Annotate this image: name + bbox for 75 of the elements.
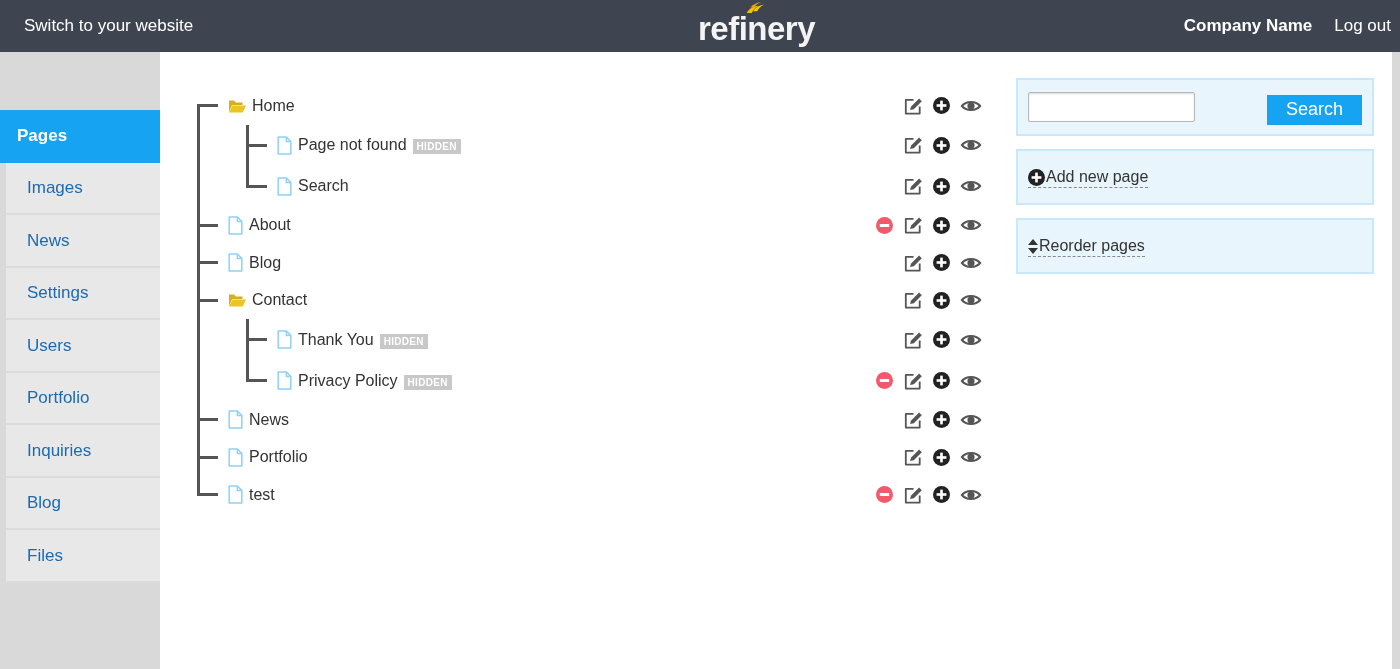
switch-website-link[interactable]: Switch to your website (24, 13, 194, 39)
plus-circle-icon[interactable] (933, 331, 950, 348)
flame-icon (745, 2, 765, 13)
pencil-icon[interactable] (903, 330, 923, 349)
plus-circle-icon (1028, 169, 1045, 186)
folder-icon (228, 98, 246, 113)
add-page-link[interactable]: Add new page (1028, 168, 1149, 188)
pencil-icon[interactable] (903, 291, 923, 310)
eye-icon[interactable] (960, 450, 982, 465)
plus-circle-icon[interactable] (933, 486, 950, 504)
pencil-icon[interactable] (903, 410, 923, 429)
page-title[interactable]: test (249, 482, 275, 507)
sidebar-item[interactable]: Images (6, 162, 160, 215)
folder-icon (228, 293, 246, 308)
sidebar-item[interactable]: Files (6, 530, 160, 583)
sidebar-item[interactable]: Settings (6, 267, 160, 320)
pencil-icon[interactable] (903, 448, 923, 467)
eye-icon[interactable] (960, 255, 982, 270)
document-icon (277, 371, 292, 390)
eye-icon[interactable] (960, 332, 982, 347)
minus-circle-icon[interactable] (876, 216, 893, 234)
page-title[interactable]: Home (252, 93, 295, 118)
eye-icon[interactable] (960, 412, 982, 427)
logout-link[interactable]: Log out (1334, 13, 1391, 39)
plus-circle-icon[interactable] (933, 448, 950, 466)
sidebar-item[interactable]: Users (6, 320, 160, 373)
eye-icon[interactable] (960, 138, 982, 152)
eye-icon[interactable] (960, 293, 982, 308)
eye-icon[interactable] (960, 98, 982, 113)
page-title[interactable]: Portfolio (249, 445, 308, 470)
plus-circle-icon[interactable] (933, 216, 950, 234)
document-icon (228, 485, 243, 505)
minus-circle-icon[interactable] (876, 486, 893, 504)
plus-circle-icon[interactable] (933, 291, 950, 309)
pencil-icon[interactable] (903, 253, 923, 272)
plus-circle-icon[interactable] (933, 411, 950, 429)
document-icon (228, 215, 243, 235)
plus-circle-icon[interactable] (933, 372, 950, 389)
document-icon (277, 176, 292, 196)
document-icon (277, 330, 292, 349)
page-title[interactable]: Blog (249, 250, 282, 275)
pencil-icon[interactable] (903, 216, 923, 235)
company-name: Company Name (1183, 15, 1313, 38)
document-icon (228, 253, 243, 273)
eye-icon[interactable] (960, 218, 982, 233)
pencil-icon[interactable] (903, 371, 923, 390)
plus-circle-icon[interactable] (933, 97, 950, 115)
document-icon (228, 410, 243, 430)
eye-icon[interactable] (960, 373, 982, 388)
page-title[interactable]: Contact (252, 288, 308, 313)
page-title[interactable]: Search (298, 174, 349, 198)
plus-circle-icon[interactable] (933, 136, 950, 154)
page-title[interactable]: Privacy Policy (298, 368, 398, 393)
document-icon (277, 135, 292, 155)
plus-circle-icon[interactable] (933, 177, 950, 195)
pencil-icon[interactable] (903, 136, 923, 154)
sidebar-item[interactable]: News (6, 215, 160, 268)
document-icon (228, 447, 243, 467)
page-title[interactable]: About (249, 213, 291, 238)
page-title[interactable]: News (249, 407, 289, 432)
sidebar-item[interactable]: Blog (6, 477, 160, 530)
pencil-icon[interactable] (903, 96, 923, 115)
plus-circle-icon[interactable] (933, 254, 950, 272)
page-title[interactable]: Page not found (298, 133, 407, 157)
page-title[interactable]: Thank You (298, 327, 374, 352)
eye-icon[interactable] (960, 487, 982, 502)
reorder-pages-link[interactable]: Reorder pages (1028, 237, 1145, 257)
minus-circle-icon[interactable] (876, 372, 893, 389)
up-down-triangles-icon (1028, 239, 1038, 254)
pencil-icon[interactable] (903, 177, 923, 195)
eye-icon[interactable] (960, 179, 982, 193)
sidebar-item[interactable]: Inquiries (6, 425, 160, 478)
search-field[interactable] (1028, 91, 1195, 122)
sidebar-item[interactable]: Portfolio (6, 372, 160, 425)
pencil-icon[interactable] (903, 485, 923, 504)
